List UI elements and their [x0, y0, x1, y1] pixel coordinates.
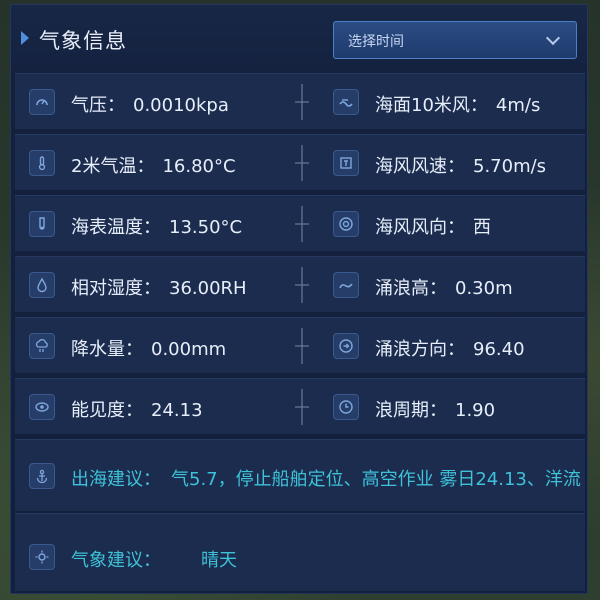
precipitation-label: 降水量：	[71, 339, 143, 360]
info-row: 降水量： 0.00mm 涌浪方向： 96.40	[15, 317, 585, 373]
sea-temp-icon	[29, 211, 55, 237]
row-divider	[295, 206, 309, 242]
chevron-down-icon	[545, 30, 561, 46]
row-divider	[295, 84, 309, 120]
swell-height-label: 涌浪高：	[375, 278, 447, 299]
time-select-dropdown[interactable]: 选择时间	[333, 21, 577, 59]
panel-header: 气象信息 选择时间	[11, 5, 587, 71]
info-item-humidity: 相对湿度： 36.00RH	[15, 257, 287, 313]
info-item-wave-period: 浪周期： 1.90	[319, 379, 585, 435]
humidity-value: 36.00RH	[169, 278, 247, 299]
row-divider	[295, 389, 309, 425]
weather-advice-value: 晴天	[201, 550, 237, 571]
visibility-value: 24.13	[151, 400, 203, 421]
row-divider	[295, 267, 309, 303]
info-item-2m-temp: 2米气温： 16.80°C	[15, 135, 287, 191]
weather-icon	[29, 544, 55, 570]
sea-wind-direction-value: 西	[473, 217, 491, 238]
swell-direction-label: 涌浪方向：	[375, 339, 465, 360]
temp-2m-value: 16.80°C	[162, 156, 236, 177]
swell-height-value: 0.30m	[455, 278, 513, 299]
wave-period-value: 1.90	[455, 400, 496, 421]
pressure-label: 气压：	[71, 95, 125, 116]
compass-icon	[333, 211, 359, 237]
humidity-label: 相对湿度：	[71, 278, 161, 299]
visibility-icon	[29, 394, 55, 420]
sea-wind-direction-label: 海风风向：	[375, 217, 465, 238]
visibility-label: 能见度：	[71, 400, 143, 421]
info-row: 能见度： 24.13 浪周期： 1.90	[15, 378, 585, 434]
pressure-value: 0.0010kpa	[133, 95, 229, 116]
sea-surface-temp-label: 海表温度：	[71, 217, 161, 238]
sea-10m-wind-value: 4m/s	[495, 95, 541, 116]
row-divider	[295, 145, 309, 181]
swell-direction-value: 96.40	[473, 339, 525, 360]
wind-speed-icon	[333, 150, 359, 176]
info-item-swell-height: 涌浪高： 0.30m	[319, 257, 585, 313]
info-row: 2米气温： 16.80°C 海风风速： 5.70m/s	[15, 134, 585, 190]
sea-wind-speed-value: 5.70m/s	[473, 156, 547, 177]
info-row: 海表温度： 13.50°C 海风风向： 西	[15, 195, 585, 251]
thermometer-icon	[29, 150, 55, 176]
sea-advice-label: 出海建议：	[71, 469, 161, 490]
sea-wind-speed-label: 海风风速：	[375, 156, 465, 177]
wave-period-label: 浪周期：	[375, 400, 447, 421]
row-divider	[295, 328, 309, 364]
info-item-sea-wind-speed: 海风风速： 5.70m/s	[319, 135, 585, 191]
direction-icon	[333, 333, 359, 359]
rain-icon	[29, 333, 55, 359]
sea-advice-row: 出海建议： 气5.7，停止船舶定位、高空作业 雾日24.13、洋流	[15, 439, 585, 511]
info-row: 相对湿度： 36.00RH 涌浪高： 0.30m	[15, 256, 585, 312]
info-item-visibility: 能见度： 24.13	[15, 379, 287, 435]
precipitation-value: 0.00mm	[151, 339, 227, 360]
sea-advice-value: 气5.7，停止船舶定位、高空作业 雾日24.13、洋流	[171, 469, 581, 490]
wave-wind-icon	[333, 89, 359, 115]
panel-title: 气象信息	[39, 29, 127, 53]
info-row: 气压： 0.0010kpa 海面10米风： 4m/s	[15, 73, 585, 129]
info-item-sea-wind-direction: 海风风向： 西	[319, 196, 585, 252]
weather-info-panel: 气象信息 选择时间 气压： 0.0010kpa 海面10米风： 4m/s 2米气温：	[10, 4, 588, 594]
time-select-placeholder: 选择时间	[348, 34, 404, 50]
info-item-precipitation: 降水量： 0.00mm	[15, 318, 287, 374]
info-item-sea-10m-wind: 海面10米风： 4m/s	[319, 74, 585, 130]
header-arrow-icon	[21, 31, 29, 45]
anchor-icon	[29, 463, 55, 489]
info-item-swell-direction: 涌浪方向： 96.40	[319, 318, 585, 374]
sea-surface-temp-value: 13.50°C	[169, 217, 243, 238]
info-item-sea-surface-temp: 海表温度： 13.50°C	[15, 196, 287, 252]
temp-2m-label: 2米气温：	[71, 156, 155, 177]
sea-10m-wind-label: 海面10米风：	[375, 95, 488, 116]
humidity-icon	[29, 272, 55, 298]
weather-advice-row: 气象建议： 晴天	[15, 513, 585, 591]
swell-icon	[333, 272, 359, 298]
gauge-icon	[29, 89, 55, 115]
period-icon	[333, 394, 359, 420]
weather-advice-label: 气象建议：	[71, 550, 161, 571]
info-item-pressure: 气压： 0.0010kpa	[15, 74, 287, 130]
